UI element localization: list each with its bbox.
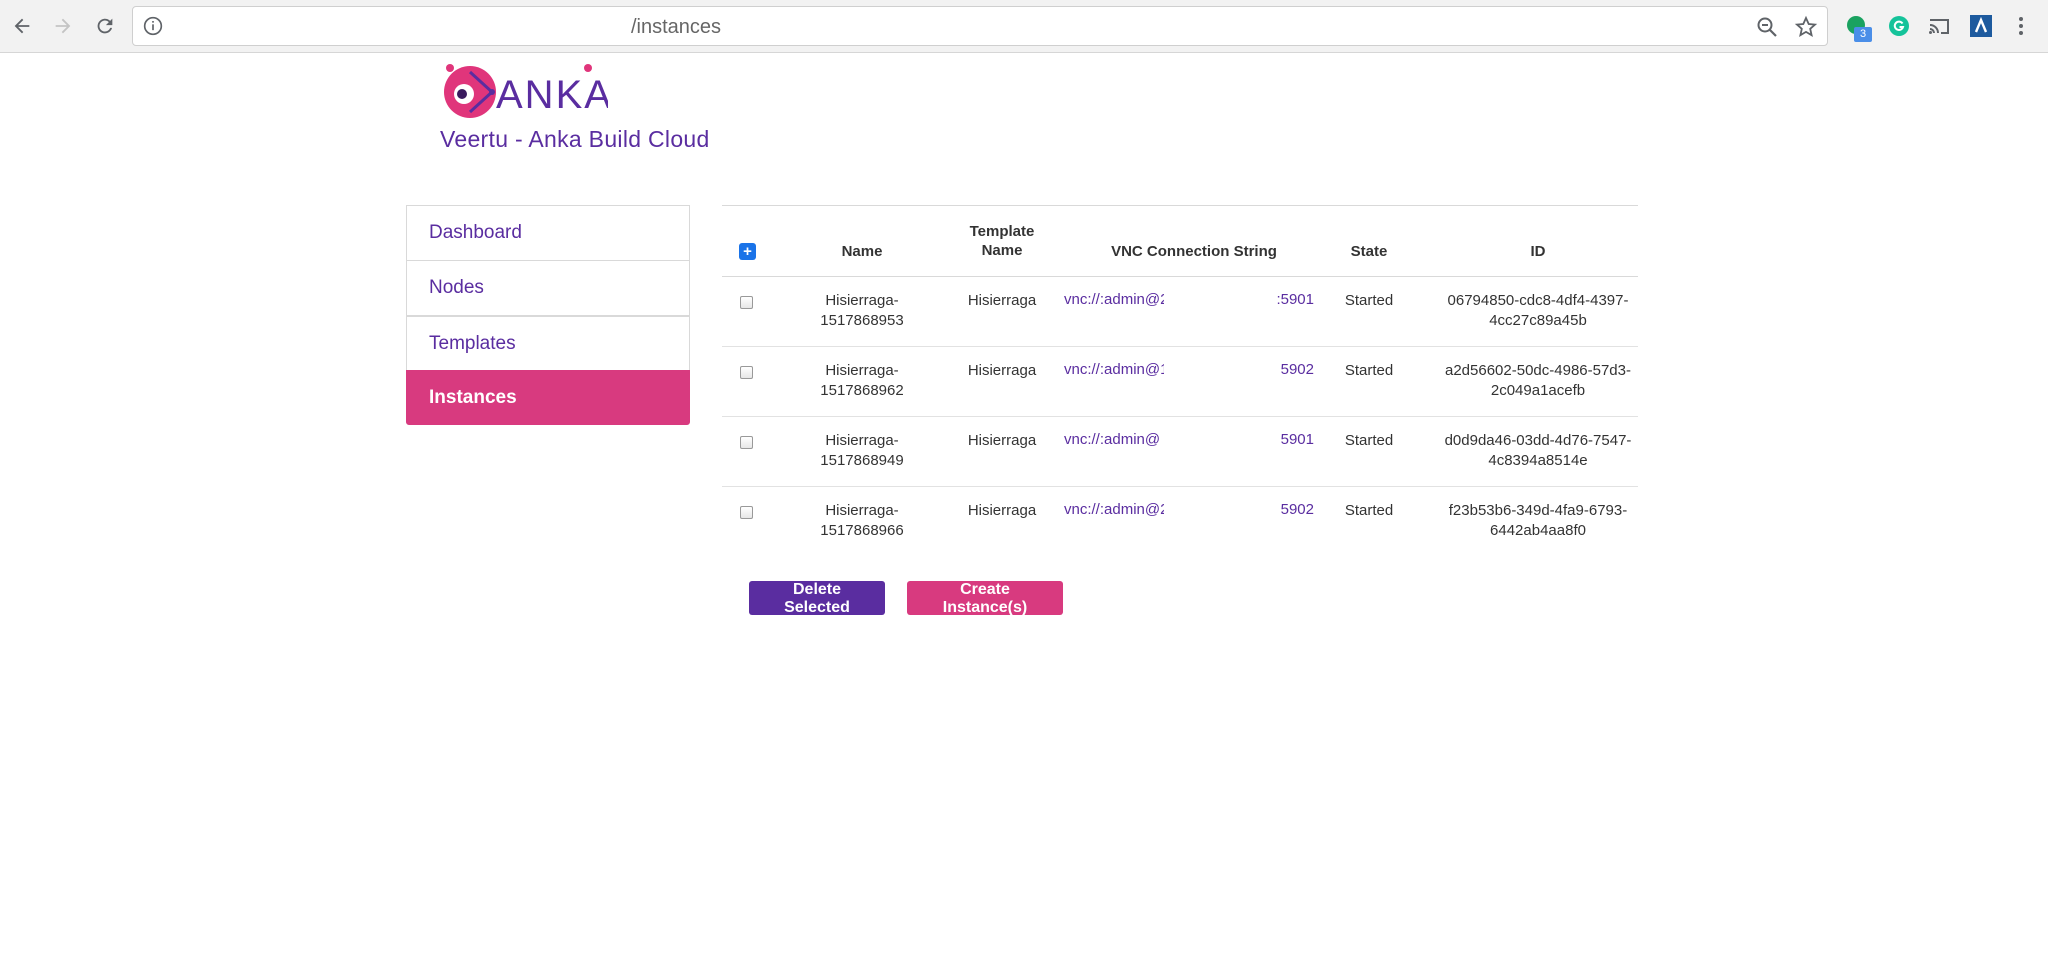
instance-name-line1: Hisierraga- — [825, 432, 899, 449]
column-header-template-line2: Name — [981, 242, 1023, 259]
row-checkbox[interactable] — [740, 506, 753, 519]
instance-id-line1: f23b53b6-349d-4fa9-6793- — [1448, 502, 1628, 519]
instance-id: f23b53b6-349d-4fa9-6793- 6442ab4aa8f0 — [1438, 501, 1638, 541]
instances-table: + Name Template Name VNC Connection Stri… — [722, 205, 1638, 557]
select-all-checkbox[interactable]: + — [739, 243, 756, 260]
instance-id-line2: 4cc27c89a45b — [1489, 312, 1587, 329]
extension-badge: 3 — [1854, 27, 1872, 42]
instance-id-line2: 6442ab4aa8f0 — [1490, 522, 1586, 539]
instance-id: 06794850-cdc8-4df4-4397- 4cc27c89a45b — [1438, 291, 1638, 331]
extension-blue-icon[interactable] — [1967, 12, 1995, 40]
instance-name-line2: 1517868953 — [820, 312, 904, 329]
address-bar[interactable]: /instances — [132, 6, 1828, 46]
sidebar-item-dashboard[interactable]: Dashboard — [406, 205, 690, 260]
template-name: Hisierraga — [967, 362, 1037, 379]
column-header-template-line1: Template — [969, 223, 1035, 240]
column-header-template: Template Name — [942, 222, 1062, 260]
delete-selected-button[interactable]: Delete Selected — [749, 581, 885, 616]
table-header: + Name Template Name VNC Connection Stri… — [722, 206, 1638, 277]
sidebar-item-instances[interactable]: Instances — [406, 370, 690, 425]
logo-text: ANKA — [496, 73, 608, 117]
column-header-id: ID — [1530, 243, 1546, 260]
url-text: /instances — [631, 16, 722, 38]
vnc-port[interactable]: :5901 — [1276, 291, 1314, 308]
browser-menu-icon[interactable] — [2007, 12, 2035, 40]
vnc-prefix[interactable]: vnc://:admin@ — [1064, 431, 1164, 448]
instance-state: Started — [1344, 292, 1394, 309]
row-checkbox[interactable] — [740, 366, 753, 379]
sidebar-item-templates[interactable]: Templates — [406, 315, 690, 370]
instance-id-line1: 06794850-cdc8-4df4-4397- — [1447, 292, 1629, 309]
instance-name: Hisierraga- 1517868953 — [802, 291, 922, 331]
instance-name-line1: Hisierraga- — [825, 502, 899, 519]
grammarly-icon[interactable] — [1885, 12, 1913, 40]
vnc-port[interactable]: 5901 — [1281, 431, 1314, 448]
instance-name: Hisierraga- 1517868962 — [802, 361, 922, 401]
vnc-prefix[interactable]: vnc://:admin@1 — [1064, 361, 1164, 378]
instance-state: Started — [1344, 502, 1394, 519]
forward-icon[interactable] — [49, 12, 77, 40]
instance-state: Started — [1344, 362, 1394, 379]
back-icon[interactable] — [8, 12, 36, 40]
column-header-state: State — [1350, 243, 1388, 260]
table-row: Hisierraga- 1517868953 Hisierraga vnc://… — [722, 277, 1638, 347]
table-row: Hisierraga- 1517868949 Hisierraga vnc://… — [722, 417, 1638, 487]
vnc-prefix[interactable]: vnc://:admin@2 — [1064, 501, 1164, 518]
instance-name: Hisierraga- 1517868966 — [802, 501, 922, 541]
instance-name-line1: Hisierraga- — [825, 362, 899, 379]
instance-name-line2: 1517868949 — [820, 452, 904, 469]
instance-id-line1: a2d56602-50dc-4986-57d3- — [1445, 362, 1631, 379]
vnc-port[interactable]: 5902 — [1281, 501, 1314, 518]
template-name: Hisierraga — [967, 432, 1037, 449]
column-header-name: Name — [841, 243, 883, 260]
table-row: Hisierraga- 1517868966 Hisierraga vnc://… — [722, 487, 1638, 557]
zoom-icon[interactable] — [1755, 15, 1779, 39]
instance-name-line2: 1517868966 — [820, 522, 904, 539]
reload-icon[interactable] — [91, 12, 119, 40]
instance-id: d0d9da46-03dd-4d76-7547- 4c8394a8514e — [1438, 431, 1638, 471]
instance-name: Hisierraga- 1517868949 — [802, 431, 922, 471]
browser-toolbar: /instances 3 — [0, 0, 2048, 53]
instance-id: a2d56602-50dc-4986-57d3- 2c049a1acefb — [1438, 361, 1638, 401]
template-name: Hisierraga — [967, 502, 1037, 519]
app-title: Veertu - Anka Build Cloud — [440, 126, 710, 152]
vnc-port[interactable]: 5902 — [1281, 361, 1314, 378]
instance-id-line2: 4c8394a8514e — [1488, 452, 1588, 469]
row-checkbox[interactable] — [740, 296, 753, 309]
instance-id-line1: d0d9da46-03dd-4d76-7547- — [1444, 432, 1632, 449]
instance-state: Started — [1344, 432, 1394, 449]
anka-logo: ANKA — [444, 64, 608, 118]
instance-name-line1: Hisierraga- — [825, 292, 899, 309]
row-checkbox[interactable] — [740, 436, 753, 449]
cast-icon[interactable] — [1925, 12, 1953, 40]
sidebar: Dashboard Nodes Templates Instances — [406, 205, 690, 425]
create-instances-button[interactable]: Create Instance(s) — [907, 581, 1063, 616]
table-row: Hisierraga- 1517868962 Hisierraga vnc://… — [722, 347, 1638, 417]
vnc-prefix[interactable]: vnc://:admin@2 — [1064, 291, 1164, 308]
site-info-icon[interactable] — [143, 16, 163, 36]
instance-name-line2: 1517868962 — [820, 382, 904, 399]
bookmark-star-icon[interactable] — [1794, 15, 1818, 39]
template-name: Hisierraga — [967, 292, 1037, 309]
instance-id-line2: 2c049a1acefb — [1490, 382, 1586, 399]
column-header-vnc: VNC Connection String — [1111, 243, 1277, 260]
sidebar-item-nodes[interactable]: Nodes — [406, 260, 690, 315]
